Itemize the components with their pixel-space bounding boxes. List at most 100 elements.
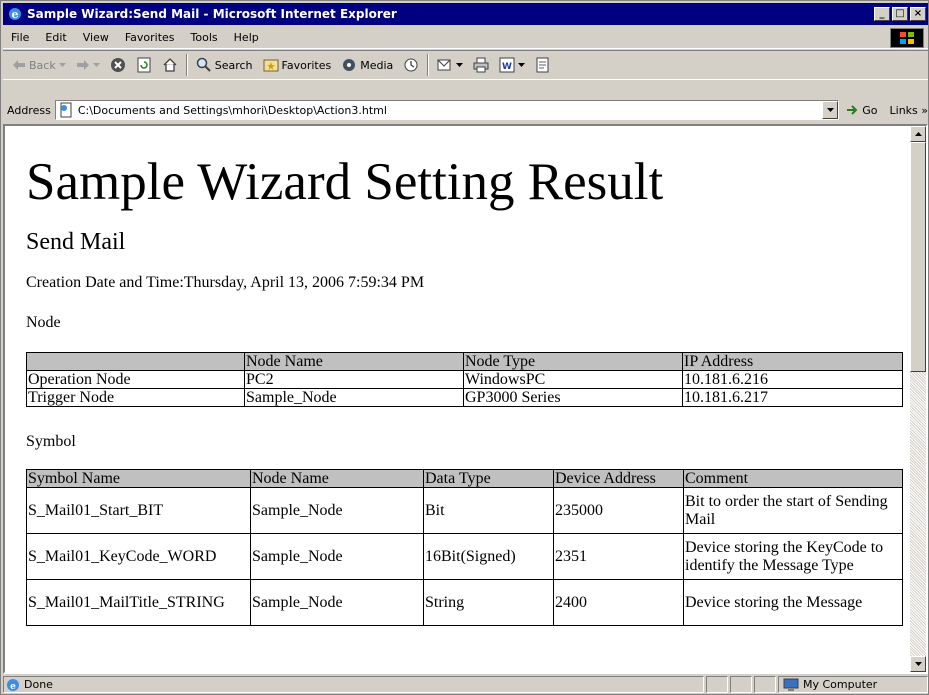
go-arrow-icon [845,103,859,117]
page-viewport: Sample Wizard Setting Result Send Mail C… [3,124,928,674]
page-icon [58,102,74,118]
node-table: Node Name Node Type IP Address Operation… [26,352,903,407]
scrollbar-thumb[interactable] [910,142,926,372]
table-cell: Trigger Node [26,388,245,407]
scroll-down-button[interactable] [910,656,926,672]
zone-label: My Computer [803,678,878,691]
print-icon [473,57,489,73]
menu-tools[interactable]: Tools [183,31,226,44]
status-pane [730,676,752,693]
maximize-button[interactable]: □ [892,7,908,21]
stop-icon [110,57,126,73]
table-header-row: Symbol Name Node Name Data Type Device A… [26,469,903,488]
browser-window: e Sample Wizard:Send Mail - Microsoft In… [0,0,929,695]
page-content: Sample Wizard Setting Result Send Mail C… [5,126,912,672]
status-text: Done [24,678,53,691]
favorites-icon [263,57,279,73]
table-row: S_Mail01_Start_BIT Sample_Node Bit 23500… [26,487,903,534]
table-cell: S_Mail01_MailTitle_STRING [26,579,251,626]
my-computer-icon [783,678,799,692]
status-pane [754,676,776,693]
close-button[interactable]: × [910,7,926,21]
svg-text:e: e [12,8,19,21]
standard-toolbar: Back Search Favorites Media W [3,50,928,80]
table-header-cell: Data Type [423,469,554,488]
discuss-icon [535,57,551,73]
table-cell: 10.181.6.216 [682,370,903,389]
chevron-down-icon [456,63,464,67]
forward-arrow-icon [76,59,90,71]
menu-edit[interactable]: Edit [37,31,74,44]
table-cell: WindowsPC [463,370,683,389]
table-header-cell: Node Type [463,352,683,371]
media-label: Media [360,58,394,72]
table-header-cell: Node Name [250,469,424,488]
vertical-scrollbar[interactable] [910,126,926,672]
internet-explorer-icon: e [6,6,24,22]
table-cell: GP3000 Series [463,388,683,407]
window-title: Sample Wizard:Send Mail - Microsoft Inte… [27,7,397,21]
search-icon [196,57,212,73]
history-button[interactable] [398,53,424,77]
forward-button[interactable] [71,53,105,77]
table-cell: String [423,579,554,626]
status-bar: e Done My Computer [3,675,928,694]
home-button[interactable] [157,53,183,77]
node-label: Node [26,314,61,331]
table-header-cell: Comment [683,469,903,488]
table-header-cell: IP Address [682,352,903,371]
menu-favorites[interactable]: Favorites [117,31,183,44]
favorites-button[interactable]: Favorites [258,53,337,77]
symbol-label: Symbol [26,433,76,450]
mail-button[interactable] [432,53,468,77]
table-cell: Bit [423,487,554,534]
chevron-down-icon [826,108,834,112]
table-header-cell: Node Name [244,352,464,371]
minimize-button[interactable]: _ [874,7,890,21]
creation-date: Creation Date and Time:Thursday, April 1… [26,274,425,291]
table-header-cell: Device Address [553,469,684,488]
search-label: Search [214,58,253,72]
table-cell: 10.181.6.217 [682,388,903,407]
go-button[interactable]: Go [839,103,883,117]
chevron-down-icon [92,63,100,67]
security-zone: My Computer [778,676,928,693]
svg-text:W: W [502,62,512,72]
links-button[interactable]: Links » [884,104,928,117]
stop-button[interactable] [105,53,131,77]
title-bar: e Sample Wizard:Send Mail - Microsoft In… [3,3,928,25]
discuss-button[interactable] [530,53,556,77]
table-row: S_Mail01_KeyCode_WORD Sample_Node 16Bit(… [26,533,903,580]
address-dropdown-button[interactable] [822,101,839,119]
table-row: S_Mail01_MailTitle_STRING Sample_Node St… [26,579,903,626]
menu-view[interactable]: View [75,31,117,44]
mail-icon [437,57,453,73]
table-row: Trigger Node Sample_Node GP3000 Series 1… [26,388,903,407]
table-row: Operation Node PC2 WindowsPC 10.181.6.21… [26,370,903,389]
scroll-up-button[interactable] [910,126,926,142]
toolbar-separator [185,54,188,76]
menu-bar: File Edit View Favorites Tools Help [3,27,928,49]
menu-file[interactable]: File [3,31,37,44]
table-cell: 2351 [553,533,684,580]
edit-button[interactable]: W [494,53,530,77]
back-arrow-icon [12,59,26,71]
svg-text:e: e [10,682,16,692]
menu-help[interactable]: Help [226,31,267,44]
page-heading: Sample Wizard Setting Result [26,153,664,211]
search-button[interactable]: Search [191,53,258,77]
home-icon [162,57,178,73]
media-button[interactable]: Media [336,53,398,77]
table-cell: Bit to order the start of Sending Mail [683,487,903,534]
address-input[interactable]: C:\Documents and Settings\mhori\Desktop\… [54,100,840,120]
back-button[interactable]: Back [7,53,71,77]
table-cell: 235000 [553,487,684,534]
print-button[interactable] [468,53,494,77]
table-cell: 2400 [553,579,684,626]
table-cell: S_Mail01_Start_BIT [26,487,251,534]
refresh-button[interactable] [131,53,157,77]
table-cell: Device storing the KeyCode to identify t… [683,533,903,580]
refresh-icon [136,57,152,73]
arrow-down-icon [914,662,922,666]
table-cell: Sample_Node [250,579,424,626]
